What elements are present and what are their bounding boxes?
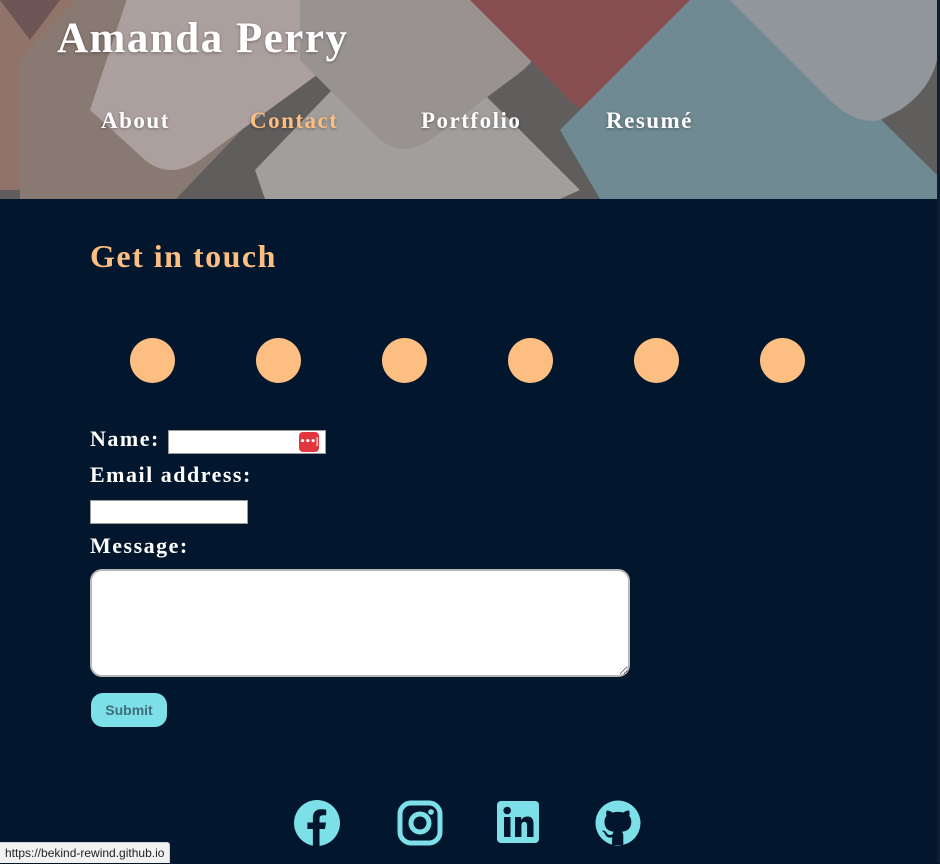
email-input[interactable] [90,500,248,524]
page-heading: Get in touch [90,238,277,274]
nav-link-contact[interactable]: Contact [250,108,338,134]
message-textarea[interactable] [90,569,630,677]
nav-link-portfolio[interactable]: Portfolio [421,108,521,134]
decorative-dot [256,338,301,383]
site-title[interactable]: Amanda Perry [57,14,348,63]
decorative-dot [760,338,805,383]
decorative-dot [382,338,427,383]
main-nav: About Contact Portfolio Resumé [0,108,937,142]
email-label: Email address: [90,462,252,487]
nav-link-about[interactable]: About [101,108,170,134]
decorative-dot [508,338,553,383]
github-icon[interactable] [595,800,641,846]
submit-button[interactable]: Submit [91,693,167,727]
browser-status-url: https://bekind-rewind.github.io [0,842,171,863]
header-banner: Amanda Perry About Contact Portfolio Res… [0,0,937,199]
instagram-icon[interactable] [397,800,443,846]
facebook-icon[interactable] [294,800,340,846]
name-label: Name: [90,426,160,451]
nav-link-resume[interactable]: Resumé [606,108,693,134]
password-manager-icon[interactable]: •••| [299,432,319,452]
message-label: Message: [90,533,189,558]
decorative-dot [130,338,175,383]
decorative-dot [634,338,679,383]
linkedin-icon[interactable] [496,800,542,846]
